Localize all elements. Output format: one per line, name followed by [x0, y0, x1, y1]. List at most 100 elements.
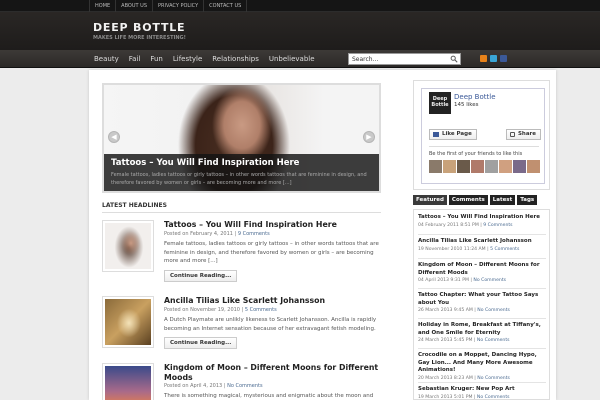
search-input[interactable]	[349, 54, 449, 64]
nav-fun[interactable]: Fun	[145, 50, 168, 68]
slider-prev-icon[interactable]: ◀	[108, 131, 120, 143]
topnav-contact-link[interactable]: CONTACT US	[204, 0, 248, 12]
divider	[418, 288, 546, 289]
list-item: Crocodile on a Moppet, Dancing Hypo, Gay…	[418, 352, 548, 381]
post-comments-link[interactable]: 5 Comments	[245, 307, 277, 313]
post-date: Posted on February 4, 2011	[164, 231, 233, 237]
featured-slider[interactable]: ◀ ▶ Tattoos – You Will Find Inspiration …	[102, 83, 381, 193]
post-thumbnail[interactable]	[102, 296, 154, 348]
site-title[interactable]: DEEP BOTTLE	[93, 21, 185, 34]
divider	[418, 234, 546, 235]
post-comments-link[interactable]: No Comments	[227, 383, 263, 389]
sidebar-post-meta: 26 March 2013 9:45 AM | No Comments	[418, 308, 510, 313]
avatar[interactable]	[443, 160, 456, 173]
continue-reading-button[interactable]: Continue Reading...	[164, 270, 238, 282]
nav-lifestyle[interactable]: Lifestyle	[168, 50, 207, 68]
facebook-widget: Deep Bottle Deep Bottle 145 likes Like Pa…	[413, 80, 550, 190]
list-item: Kingdom of Moon – Different Moons for Di…	[418, 262, 548, 283]
nav-unbelievable[interactable]: Unbelievable	[264, 50, 320, 68]
slider-next-icon[interactable]: ▶	[363, 131, 375, 143]
avatar[interactable]	[527, 160, 540, 173]
sidebar-post-meta: 04 April 2013 9:31 PM | No Comments	[418, 278, 507, 283]
post-item: Ancilla Tilias Like Scarlett Johansson P…	[102, 296, 381, 356]
sidebar-post-meta: 19 March 2013 5:01 PM | No Comments	[418, 394, 510, 400]
nav-beauty[interactable]: Beauty	[89, 50, 124, 68]
topnav-home-link[interactable]: HOME	[89, 0, 117, 12]
sidebar-post-meta: 04 February 2011 8:51 PM | 9 Comments	[418, 222, 513, 228]
post-thumbnail[interactable]	[102, 363, 154, 400]
sidebar-post-title[interactable]: Crocodile on a Moppet, Dancing Hypo, Gay…	[418, 352, 548, 375]
facebook-like-count: 145 likes	[454, 102, 479, 108]
divider	[418, 258, 546, 259]
share-button[interactable]: Share	[505, 129, 541, 140]
sidebar-post-title[interactable]: Kingdom of Moon – Different Moons for Di…	[418, 262, 548, 277]
sidebar-tabs: Featured Comments Latest Tags	[413, 195, 539, 205]
post-date: Posted on April 4, 2013	[164, 383, 223, 389]
avatar[interactable]	[485, 160, 498, 173]
search-box	[348, 53, 461, 65]
continue-reading-button[interactable]: Continue Reading...	[164, 337, 238, 349]
divider	[418, 318, 546, 319]
avatar[interactable]	[499, 160, 512, 173]
post-title[interactable]: Ancilla Tilias Like Scarlett Johansson	[164, 296, 381, 306]
sidebar-post-title[interactable]: Holiday in Rome, Breakfast at Tiffany's,…	[418, 322, 548, 337]
sidebar-post-title[interactable]: Sebastian Kruger: New Pop Art	[418, 386, 548, 394]
facebook-icon[interactable]	[500, 55, 507, 62]
divider	[429, 146, 539, 147]
sidebar-post-title[interactable]: Tattoo Chapter: What your Tattoo Says ab…	[418, 292, 548, 307]
topnav-privacy-link[interactable]: PRIVACY POLICY	[153, 0, 205, 12]
tab-tags[interactable]: Tags	[517, 195, 538, 205]
list-item: Holiday in Rome, Breakfast at Tiffany's,…	[418, 322, 548, 343]
post-excerpt: Female tattoos, ladies tattoos or girly …	[164, 241, 379, 264]
topnav-about-link[interactable]: ABOUT US	[116, 0, 154, 12]
rss-icon[interactable]	[480, 55, 487, 62]
slider-title[interactable]: Tattoos – You Will Find Inspiration Here	[111, 158, 299, 168]
post-excerpt: A Dutch Playmate are unlikly likeness to…	[164, 317, 377, 332]
avatar[interactable]	[471, 160, 484, 173]
post-meta: Posted on November 19, 2010 | 5 Comments	[164, 307, 277, 313]
top-navigation: HOME ABOUT US PRIVACY POLICY CONTACT US	[0, 0, 600, 12]
sidebar-post-title[interactable]: Tattoos – You Will Find Inspiration Here	[418, 214, 548, 222]
main-navigation: Beauty Fail Fun Lifestyle Relationships …	[0, 50, 600, 68]
post-item: Tattoos – You Will Find Inspiration Here…	[102, 220, 381, 282]
sidebar-post-meta: 20 March 2013 8:23 AM | No Comments	[418, 375, 510, 381]
facebook-page-logo[interactable]: Deep Bottle	[429, 92, 451, 114]
post-comments-link[interactable]: 9 Comments	[238, 231, 270, 237]
tab-comments[interactable]: Comments	[448, 195, 488, 205]
like-page-button[interactable]: Like Page	[429, 129, 477, 140]
post-thumbnail[interactable]	[102, 220, 154, 272]
post-meta: Posted on April 4, 2013 | No Comments	[164, 383, 263, 389]
tab-latest[interactable]: Latest	[489, 195, 516, 205]
divider	[418, 348, 546, 349]
nav-relationships[interactable]: Relationships	[207, 50, 264, 68]
featured-posts-list: Tattoos – You Will Find Inspiration Here…	[413, 209, 550, 400]
avatar[interactable]	[457, 160, 470, 173]
facebook-friends-text: Be the first of your friends to like thi…	[429, 151, 523, 157]
search-icon[interactable]	[450, 55, 458, 63]
site-header: DEEP BOTTLE MAKES LIFE MORE INTERESTING!	[0, 12, 600, 50]
slider-excerpt: Female tattoos, ladies tattoos or girly …	[111, 172, 367, 186]
facebook-icon	[433, 132, 439, 137]
divider	[418, 382, 546, 383]
share-icon	[509, 132, 515, 137]
slider-caption: Tattoos – You Will Find Inspiration Here…	[104, 154, 379, 191]
post-title[interactable]: Tattoos – You Will Find Inspiration Here	[164, 220, 381, 230]
twitter-icon[interactable]	[490, 55, 497, 62]
tab-featured[interactable]: Featured	[413, 195, 447, 205]
avatar[interactable]	[513, 160, 526, 173]
nav-fail[interactable]: Fail	[124, 50, 146, 68]
post-item: Kingdom of Moon – Different Moons for Di…	[102, 363, 381, 400]
latest-headlines-heading: LATEST HEADLINES	[102, 202, 167, 209]
list-item: Ancilla Tilias Like Scarlett Johansson 1…	[418, 238, 548, 252]
facebook-page-name[interactable]: Deep Bottle	[454, 93, 496, 101]
avatar[interactable]	[429, 160, 442, 173]
post-excerpt: There is something magical, mysterious a…	[164, 393, 374, 399]
list-item: Sebastian Kruger: New Pop Art 19 March 2…	[418, 386, 548, 400]
list-item: Tattoo Chapter: What your Tattoo Says ab…	[418, 292, 548, 313]
list-item: Tattoos – You Will Find Inspiration Here…	[418, 214, 548, 228]
facebook-friend-avatars	[429, 160, 541, 173]
post-date: Posted on November 19, 2010	[164, 307, 240, 313]
sidebar-post-title[interactable]: Ancilla Tilias Like Scarlett Johansson	[418, 238, 548, 246]
post-title[interactable]: Kingdom of Moon – Different Moons for Di…	[164, 363, 381, 383]
site-tagline: MAKES LIFE MORE INTERESTING!	[93, 35, 186, 41]
